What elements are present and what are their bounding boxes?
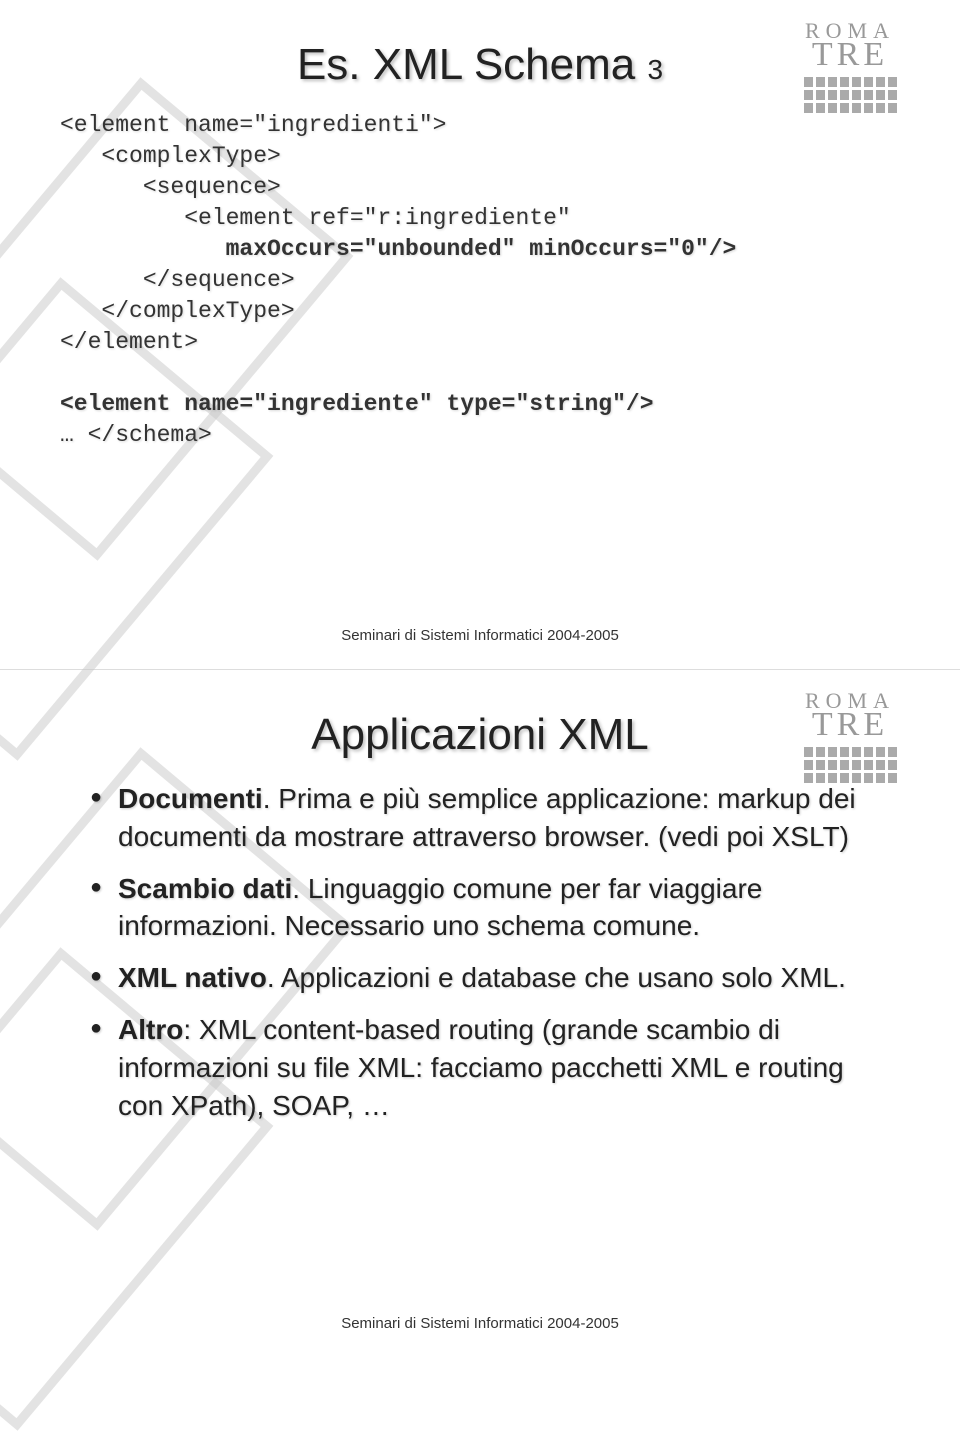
bullet-strong: Documenti [118,783,263,814]
footer: Seminari di Sistemi Informatici 2004-200… [0,627,960,644]
slide-title: Applicazioni XML [60,710,900,760]
code-line: <element name="ingrediente" type="string… [60,391,654,417]
bullet-strong: XML nativo [118,962,267,993]
list-item: XML nativo. Applicazioni e database che … [90,959,870,997]
code-line: <element name="ingredienti"> [60,112,446,138]
slide-1: ROMA TRE Es. XML Schema 3 <element name=… [0,0,960,670]
title-sub: 3 [647,54,663,85]
code-line: <complexType> [60,143,281,169]
bullet-strong: Altro [118,1014,183,1045]
title-text: Es. XML Schema [297,40,635,89]
bullet-list: Documenti. Prima e più semplice applicaz… [90,780,870,1124]
list-item: Altro: XML content-based routing (grande… [90,1011,870,1124]
code-line: <sequence> [60,174,281,200]
list-item: Scambio dati. Linguaggio comune per far … [90,870,870,946]
code-line: <element ref="r:ingrediente" [60,205,571,231]
slide-2: ROMA TRE Applicazioni XML Documenti. Pri… [0,670,960,1357]
code-block: <element name="ingredienti"> <complexTyp… [60,110,900,452]
code-line: </sequence> [60,267,295,293]
code-line: </element> [60,329,198,355]
list-item: Documenti. Prima e più semplice applicaz… [90,780,870,856]
code-line: maxOccurs="unbounded" minOccurs="0"/> [60,236,736,262]
footer: Seminari di Sistemi Informatici 2004-200… [0,1315,960,1332]
slide-title: Es. XML Schema 3 [60,40,900,90]
code-line: </complexType> [60,298,295,324]
bullet-strong: Scambio dati [118,873,292,904]
code-line: … </schema> [60,422,212,448]
bullet-text: . Applicazioni e database che usano solo… [267,962,846,993]
bullet-text: : XML content-based routing (grande scam… [118,1014,844,1121]
